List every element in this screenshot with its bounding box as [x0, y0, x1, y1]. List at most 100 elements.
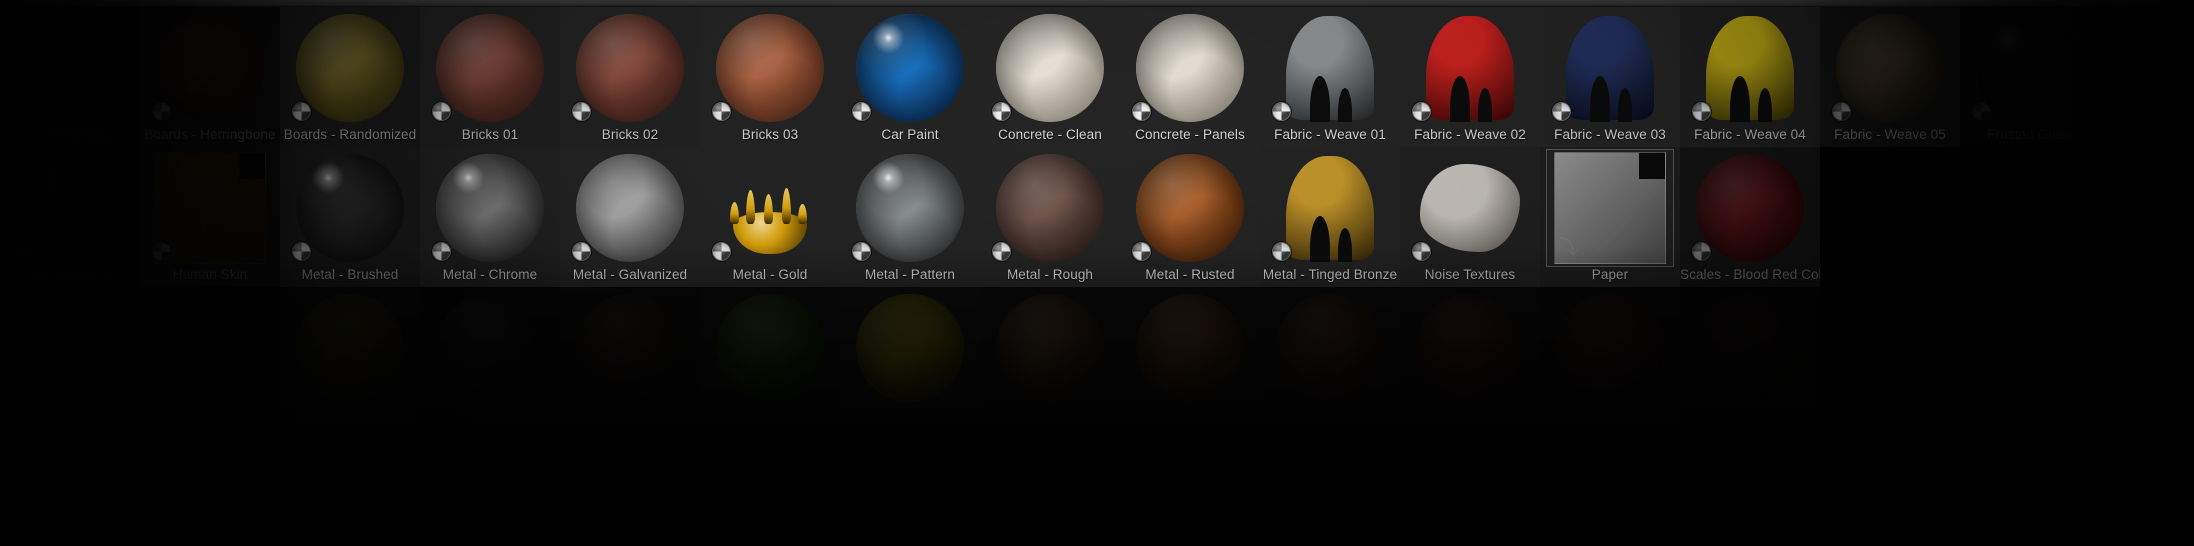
material-thumbnail[interactable]: [428, 291, 552, 405]
material-preview-plane[interactable]: ⤵: [1554, 152, 1666, 264]
material-preview-cloth[interactable]: [1276, 154, 1384, 262]
material-preview-sphere[interactable]: [856, 154, 964, 262]
material-cell[interactable]: Boards - Herringbone: [140, 7, 280, 147]
material-preview-sphere[interactable]: [996, 14, 1104, 122]
material-preview-sphere[interactable]: [996, 294, 1104, 402]
material-preview-cloth[interactable]: [1416, 14, 1524, 122]
material-grid[interactable]: Basketweave Boards - Herringbone Boards - …: [0, 7, 2194, 546]
material-preview-sphere[interactable]: [1696, 154, 1804, 262]
material-sphere-icon[interactable]: [1552, 102, 1571, 121]
material-thumbnail[interactable]: [288, 291, 412, 405]
material-sphere-icon[interactable]: [852, 102, 871, 121]
material-preview-sphere[interactable]: [1136, 154, 1244, 262]
material-sphere-icon[interactable]: [1692, 102, 1711, 121]
material-preview-rock[interactable]: [1420, 164, 1520, 252]
material-sphere-icon[interactable]: [712, 102, 731, 121]
material-sphere-icon[interactable]: [852, 242, 871, 261]
material-preview-sphere[interactable]: [576, 154, 684, 262]
material-preview-sphere[interactable]: [856, 294, 964, 402]
material-thumbnail[interactable]: [848, 291, 972, 405]
material-preview-sphere[interactable]: [296, 154, 404, 262]
material-sphere-icon[interactable]: [1972, 102, 1991, 121]
material-cell[interactable]: ⤵ Human Skin: [140, 147, 280, 287]
material-preview-plane[interactable]: ⤵: [154, 152, 266, 264]
material-preview-sphere[interactable]: [1416, 294, 1524, 402]
material-sphere-icon[interactable]: [1132, 102, 1151, 121]
material-sphere-icon[interactable]: [1132, 242, 1151, 261]
material-cell-empty[interactable]: [1680, 287, 1820, 427]
material-preview-sphere[interactable]: [576, 14, 684, 122]
material-sphere-icon[interactable]: [1832, 102, 1851, 121]
material-sphere-icon[interactable]: [292, 102, 311, 121]
material-preview-cloth[interactable]: [1696, 14, 1804, 122]
material-sphere-icon[interactable]: [12, 242, 31, 261]
material-preview-sphere[interactable]: [576, 294, 684, 402]
material-thumbnail[interactable]: [1688, 291, 1812, 405]
material-cell[interactable]: Metal - Gold: [700, 147, 840, 287]
material-sphere-icon[interactable]: [152, 102, 171, 121]
material-thumbnail[interactable]: [568, 291, 692, 405]
material-preview-sphere[interactable]: [16, 14, 124, 122]
material-cell-empty[interactable]: [280, 287, 420, 427]
material-thumbnail[interactable]: [1268, 291, 1392, 405]
material-sphere-icon[interactable]: [292, 242, 311, 261]
material-cell-empty[interactable]: [980, 287, 1120, 427]
material-thumbnail[interactable]: ⤵: [1546, 149, 1674, 267]
material-preview-sphere[interactable]: [716, 294, 824, 402]
material-preview-sphere[interactable]: [1836, 14, 1944, 122]
material-cell[interactable]: ⤵ Paper: [1540, 147, 1680, 287]
material-preview-sphere[interactable]: [296, 294, 404, 402]
material-sphere-icon[interactable]: [1272, 102, 1291, 121]
material-thumbnail[interactable]: [708, 291, 832, 405]
material-cell-empty[interactable]: [1540, 287, 1680, 427]
material-cell[interactable]: Scales - Blood Red Cobra: [1680, 147, 1838, 287]
material-cell[interactable]: Concrete - Panels: [1120, 7, 1260, 147]
material-preview-cloth[interactable]: [1556, 14, 1664, 122]
material-preview-sphere[interactable]: [1976, 14, 2084, 122]
material-cell[interactable]: Metal - Tinged Bronze: [1260, 147, 1400, 287]
material-preview-sphere[interactable]: [16, 154, 124, 262]
material-cell[interactable]: Noise Textures: [1400, 147, 1540, 287]
material-sphere-icon[interactable]: [1272, 242, 1291, 261]
material-preview-sphere[interactable]: [156, 14, 264, 122]
material-cell[interactable]: Concrete - Clean: [980, 7, 1120, 147]
material-preview-sphere[interactable]: [1136, 14, 1244, 122]
material-cell[interactable]: Metal - Rough: [980, 147, 1120, 287]
material-cell[interactable]: Metal - Rusted: [1120, 147, 1260, 287]
material-preview-sphere[interactable]: [996, 154, 1104, 262]
material-cell[interactable]: Bricks 02: [560, 7, 700, 147]
material-cell-empty[interactable]: [420, 287, 560, 427]
material-cell[interactable]: Metal - Galvanized: [560, 147, 700, 287]
material-cell-empty[interactable]: [1120, 287, 1260, 427]
material-cell[interactable]: Fabric - Weave 04: [1680, 7, 1820, 147]
material-cell[interactable]: Fabric - Weave 02: [1400, 7, 1540, 147]
material-preview-splash[interactable]: [716, 154, 824, 262]
material-sphere-icon[interactable]: [432, 242, 451, 261]
material-thumbnail[interactable]: [1548, 291, 1672, 405]
material-cell[interactable]: Boards - Randomized: [280, 7, 420, 147]
material-cell-empty[interactable]: [560, 287, 700, 427]
material-cell[interactable]: Frosted Glass: [1960, 7, 2100, 147]
material-sphere-icon[interactable]: [152, 242, 171, 261]
material-sphere-icon[interactable]: [992, 242, 1011, 261]
material-thumbnail[interactable]: [1128, 291, 1252, 405]
material-sphere-icon[interactable]: [992, 102, 1011, 121]
material-sphere-icon[interactable]: [1412, 102, 1431, 121]
material-cell-empty[interactable]: [840, 287, 980, 427]
material-sphere-icon[interactable]: [12, 102, 31, 121]
material-cell[interactable]: Fabric - Weave 03: [1540, 7, 1680, 147]
material-sphere-icon[interactable]: [572, 102, 591, 121]
material-sphere-icon[interactable]: [1692, 242, 1711, 261]
material-cell[interactable]: Fabric - Weave 01: [1260, 7, 1400, 147]
material-sphere-icon[interactable]: [712, 242, 731, 261]
material-thumbnail[interactable]: [988, 291, 1112, 405]
material-preview-sphere[interactable]: [296, 14, 404, 122]
material-thumbnail[interactable]: [1408, 291, 1532, 405]
material-preview-sphere[interactable]: [1556, 294, 1664, 402]
material-preview-cloth[interactable]: [1276, 14, 1384, 122]
material-preview-sphere[interactable]: [436, 294, 544, 402]
material-sphere-icon[interactable]: [572, 242, 591, 261]
material-cell[interactable]: Metal - Chrome: [420, 147, 560, 287]
material-preview-sphere[interactable]: [436, 14, 544, 122]
material-sphere-icon[interactable]: [1412, 242, 1431, 261]
